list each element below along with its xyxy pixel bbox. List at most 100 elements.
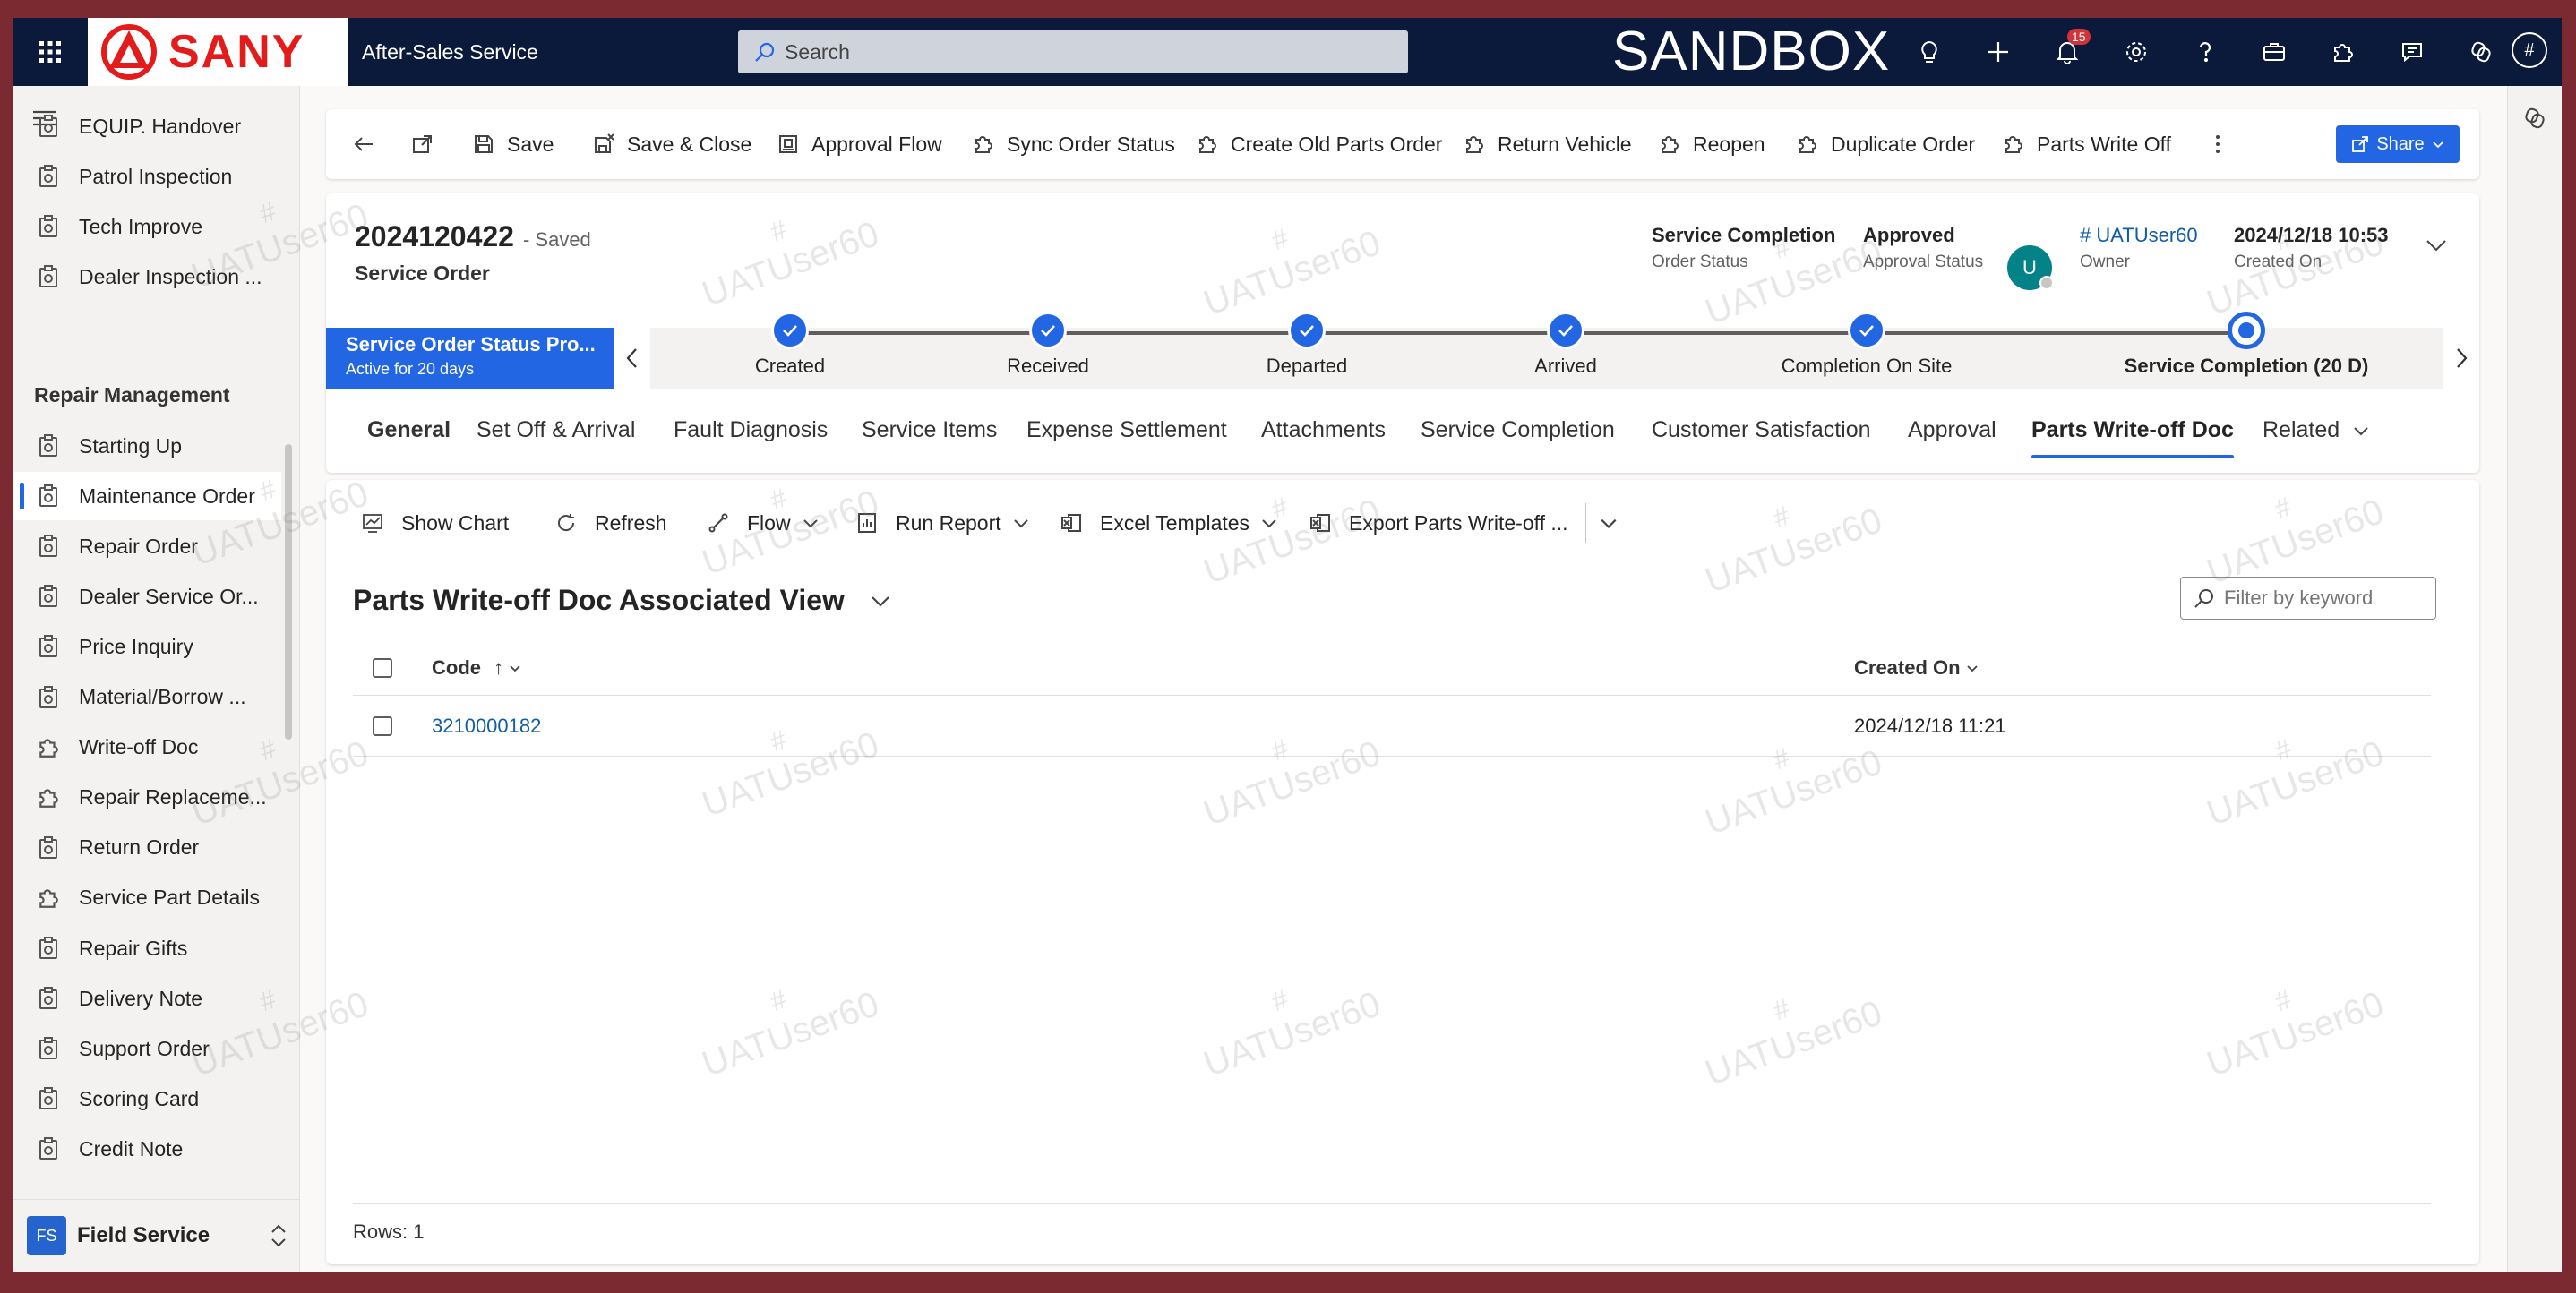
- puzzle-icon: [1799, 136, 1816, 153]
- sidebar-item[interactable]: Price Inquiry: [13, 622, 281, 671]
- refresh-button[interactable]: Refresh: [555, 500, 667, 546]
- bpf-stage[interactable]: Departed: [1172, 312, 1441, 378]
- plus-icon[interactable]: [1980, 34, 2016, 70]
- bpf-stage[interactable]: Service Completion (20 D): [2112, 312, 2381, 378]
- show-chart-button[interactable]: Show Chart: [362, 500, 509, 546]
- sidebar-item[interactable]: Credit Note: [13, 1125, 281, 1173]
- sidebar-item[interactable]: Starting Up: [13, 422, 281, 470]
- tab-item[interactable]: Parts Write-off Doc: [2031, 401, 2234, 464]
- sidebar-item[interactable]: Repair Order: [13, 522, 281, 570]
- sidebar-item[interactable]: Support Order: [13, 1024, 281, 1073]
- code-link[interactable]: 3210000182: [432, 697, 541, 756]
- approval-flow-button[interactable]: Approval Flow: [777, 109, 942, 179]
- run-report-dropdown[interactable]: Run Report: [856, 500, 1030, 546]
- puzzle-icon[interactable]: [2325, 34, 2361, 70]
- bpf-stage[interactable]: Received: [914, 312, 1182, 378]
- briefcase-icon[interactable]: [2256, 34, 2292, 70]
- bpf-process-flyout[interactable]: Service Order Status Pro... Active for 2…: [326, 328, 614, 389]
- help-icon[interactable]: [2187, 34, 2223, 70]
- tab-item[interactable]: General: [367, 401, 451, 464]
- sidebar-item[interactable]: Service Part Details: [13, 874, 281, 922]
- sidebar-item-active[interactable]: Maintenance Order: [13, 472, 281, 521]
- app-window: SANY After-Sales Service Search SANDBOX …: [13, 18, 2562, 1272]
- gear-icon[interactable]: [2118, 34, 2154, 70]
- tab-item[interactable]: Service Items: [862, 401, 997, 464]
- table-row[interactable]: 3210000182 2024/12/18 11:21: [353, 697, 2431, 757]
- tab-item[interactable]: Fault Diagnosis: [674, 401, 828, 464]
- record-title: 2024120422- Saved: [355, 220, 591, 253]
- create-old-parts-order-button[interactable]: Create Old Parts Order: [1197, 109, 1442, 179]
- expand-header-chevron-icon[interactable]: [2424, 233, 2449, 258]
- tab-item[interactable]: Related: [2263, 401, 2370, 464]
- back-button[interactable]: [353, 109, 387, 179]
- sidebar-item[interactable]: Write-off Doc: [13, 724, 281, 772]
- filter-input[interactable]: [2222, 586, 2423, 611]
- share-button[interactable]: Share: [2336, 125, 2460, 163]
- tab-item[interactable]: Attachments: [1261, 401, 1386, 464]
- owner-link[interactable]: # UATUser60: [2080, 224, 2198, 247]
- parts-write-off-button[interactable]: Parts Write Off: [2003, 109, 2171, 179]
- user-profile-button[interactable]: #: [2512, 32, 2547, 68]
- puzzle-icon: [1466, 136, 1483, 153]
- sidebar-item[interactable]: Patrol Inspection: [13, 152, 281, 201]
- open-new-window-button[interactable]: [412, 109, 446, 179]
- duplicate-order-button[interactable]: Duplicate Order: [1797, 109, 1975, 179]
- owner-avatar[interactable]: U: [2007, 245, 2054, 290]
- view-selector[interactable]: Parts Write-off Doc Associated View: [353, 584, 893, 617]
- app-name[interactable]: After-Sales Service: [362, 18, 538, 86]
- bpf-stage[interactable]: Created: [656, 312, 924, 378]
- sync-order-status-button[interactable]: Sync Order Status: [973, 109, 1175, 179]
- export-parts-write-off-button[interactable]: Export Parts Write-off ...: [1309, 500, 1568, 546]
- lightbulb-icon[interactable]: [1911, 34, 1947, 70]
- entity-icon: [36, 1086, 61, 1111]
- sort-ascending-icon: ↑: [494, 656, 504, 679]
- search-box[interactable]: Search: [738, 30, 1408, 73]
- bpf-stage[interactable]: Completion On Site: [1732, 312, 2001, 378]
- sidebar-item[interactable]: Dealer Inspection ...: [13, 253, 281, 301]
- sidebar-item[interactable]: Repair Gifts: [13, 924, 281, 972]
- copilot-icon[interactable]: [2522, 106, 2547, 131]
- company-logo[interactable]: SANY: [88, 18, 348, 86]
- bpf-previous-button[interactable]: [614, 328, 650, 389]
- reopen-button[interactable]: Reopen: [1659, 109, 1765, 179]
- flow-dropdown[interactable]: Flow: [708, 500, 820, 546]
- sidebar-item[interactable]: Tech Improve: [13, 202, 281, 251]
- save-close-button[interactable]: Save & Close: [593, 109, 751, 179]
- chevron-down-icon: [1013, 519, 1028, 528]
- sidebar-item[interactable]: Delivery Note: [13, 974, 281, 1023]
- excel-templates-dropdown[interactable]: Excel Templates: [1060, 500, 1278, 546]
- sidebar-scrollbar[interactable]: [285, 444, 292, 740]
- bell-icon[interactable]: 15: [2049, 29, 2091, 70]
- tab-item[interactable]: Set Off & Arrival: [477, 401, 635, 464]
- chevron-down-icon: [803, 519, 818, 528]
- column-header-code[interactable]: Code ↑: [432, 641, 521, 695]
- filter-by-keyword-box[interactable]: [2180, 577, 2436, 620]
- sidebar-item[interactable]: Dealer Service Or...: [13, 572, 281, 621]
- tab-item[interactable]: Customer Satisfaction: [1652, 401, 1871, 464]
- save-button[interactable]: Save: [473, 109, 554, 179]
- column-header-created-on[interactable]: Created On: [1854, 641, 1979, 695]
- sidebar-item[interactable]: Repair Replaceme...: [13, 774, 281, 822]
- excel-export-icon: [1310, 514, 1330, 532]
- sidebar-item[interactable]: Material/Borrow ...: [13, 673, 281, 722]
- sidebar-item[interactable]: Return Order: [13, 824, 281, 872]
- tab-item[interactable]: Service Completion: [1421, 401, 1615, 464]
- select-all-checkbox[interactable]: [373, 658, 392, 678]
- more-commands-icon[interactable]: [2207, 109, 2241, 179]
- return-vehicle-button[interactable]: Return Vehicle: [1464, 109, 1632, 179]
- chevron-updown-icon: [271, 1224, 286, 1247]
- created-on-field: 2024/12/18 10:53 Created On: [2234, 224, 2389, 271]
- bpf-next-button[interactable]: [2443, 328, 2479, 389]
- chat-icon[interactable]: [2394, 34, 2430, 70]
- sitemap-sidebar: EQUIP. Handover Patrol Inspection Tech Imp…: [13, 86, 300, 1272]
- bpf-stage[interactable]: Arrived: [1431, 312, 1700, 378]
- more-subgrid-commands-icon[interactable]: [1585, 500, 1619, 546]
- sidebar-item[interactable]: Scoring Card: [13, 1075, 281, 1123]
- app-launcher-icon[interactable]: [13, 18, 88, 86]
- tab-item[interactable]: Expense Settlement: [1026, 401, 1227, 464]
- area-switcher[interactable]: FS Field Service: [13, 1199, 299, 1272]
- copilot-icon[interactable]: [2463, 34, 2499, 70]
- tab-item[interactable]: Approval: [1908, 401, 1996, 464]
- sidebar-item[interactable]: EQUIP. Handover: [13, 102, 281, 150]
- row-checkbox[interactable]: [373, 716, 392, 736]
